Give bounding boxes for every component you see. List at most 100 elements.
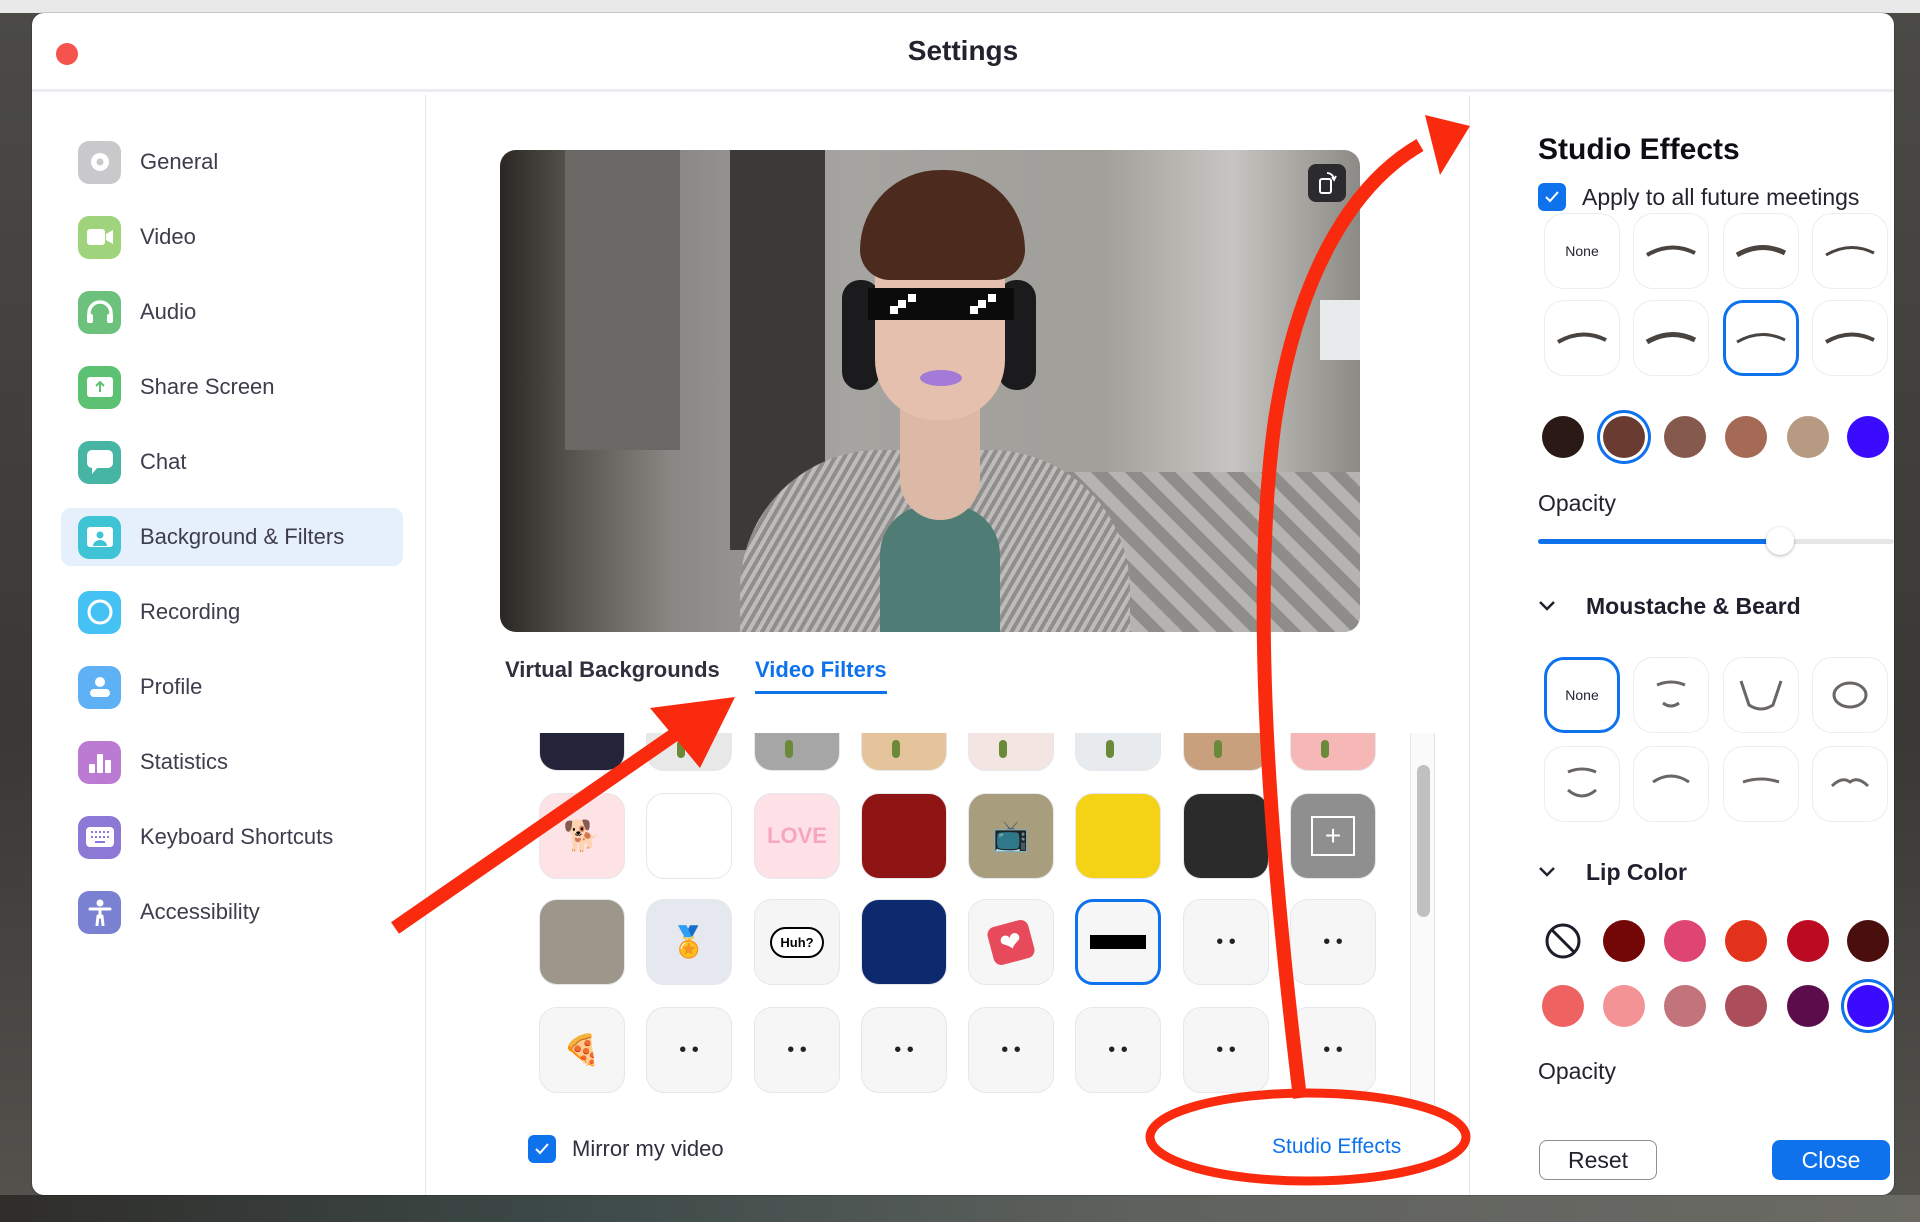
filter-option[interactable]: ❤ (968, 899, 1054, 985)
eyebrow-option[interactable] (1633, 300, 1709, 376)
moustache-option[interactable] (1812, 746, 1888, 822)
eyebrow-color-swatch[interactable] (1725, 416, 1767, 458)
moustache-option[interactable] (1633, 657, 1709, 733)
filter-option[interactable]: 📺 (968, 793, 1054, 879)
lip-color-swatch[interactable] (1725, 920, 1767, 962)
eyebrow-option[interactable] (1544, 300, 1620, 376)
lip-opacity-label: Opacity (1538, 1058, 1616, 1084)
lip-color-swatch[interactable] (1542, 985, 1584, 1027)
filter-grid-scrollbar[interactable] (1410, 733, 1435, 1105)
slider-thumb[interactable] (1766, 527, 1795, 555)
sidebar-item-audio[interactable]: Audio (61, 283, 403, 341)
lip-color-swatch[interactable] (1664, 920, 1706, 962)
filter-thumbnail-label: • • (1001, 1038, 1021, 1061)
filter-option[interactable] (1290, 733, 1376, 771)
filter-option[interactable]: • • (1075, 1007, 1161, 1093)
lip-color-swatch[interactable] (1787, 920, 1829, 962)
plant-icon (1321, 740, 1329, 758)
eyebrow-option[interactable] (1633, 213, 1709, 289)
moustache-option[interactable]: None (1544, 657, 1620, 733)
filter-option[interactable] (1075, 733, 1161, 771)
filter-option[interactable]: • • (1183, 1007, 1269, 1093)
filter-option[interactable] (861, 733, 947, 771)
filter-option[interactable]: • • (1290, 1007, 1376, 1093)
eyebrow-opacity-slider[interactable] (1538, 527, 1894, 555)
lip-color-swatch[interactable] (1847, 920, 1889, 962)
filter-option[interactable] (539, 733, 625, 771)
sidebar-item-general[interactable]: General (61, 133, 403, 191)
eyebrow-color-swatch[interactable] (1847, 416, 1889, 458)
eyebrow-color-swatch[interactable] (1664, 416, 1706, 458)
apply-all-meetings-option[interactable]: Apply to all future meetings (1538, 183, 1859, 211)
moustache-option[interactable] (1723, 746, 1799, 822)
lip-color-swatch[interactable] (1787, 985, 1829, 1027)
lip-color-swatch[interactable] (1847, 985, 1889, 1027)
filter-option[interactable] (861, 793, 947, 879)
tab-virtual-backgrounds[interactable]: Virtual Backgrounds (505, 657, 720, 691)
eyebrow-color-swatch[interactable] (1603, 416, 1645, 458)
filter-option[interactable]: • • (968, 1007, 1054, 1093)
filter-option[interactable] (1075, 899, 1161, 985)
eyebrow-option[interactable]: None (1544, 213, 1620, 289)
filter-option[interactable]: • • (1183, 899, 1269, 985)
filter-option[interactable]: Huh? (754, 899, 840, 985)
sidebar-item-chat[interactable]: Chat (61, 433, 403, 491)
filter-option[interactable] (1075, 793, 1161, 879)
apply-all-checkbox[interactable] (1538, 183, 1566, 211)
scrollbar-thumb[interactable] (1417, 765, 1430, 917)
mirror-video-option[interactable]: Mirror my video (528, 1135, 724, 1163)
moustache-option[interactable] (1633, 746, 1709, 822)
lip-color-swatch[interactable] (1603, 985, 1645, 1027)
filter-option[interactable]: + (1290, 793, 1376, 879)
filter-thumbnail-label: + (1310, 816, 1356, 856)
filter-option[interactable]: • • (861, 1007, 947, 1093)
filter-option[interactable]: • • (646, 1007, 732, 1093)
headphones-icon (78, 290, 121, 334)
filter-option[interactable] (1183, 733, 1269, 771)
sidebar-item-background-filters[interactable]: Background & Filters (61, 508, 403, 566)
sidebar-item-label: General (140, 149, 219, 174)
tab-video-filters[interactable]: Video Filters (755, 657, 887, 694)
sidebar-item-profile[interactable]: Profile (61, 658, 403, 716)
eyebrow-option[interactable] (1723, 300, 1799, 376)
sidebar-item-video[interactable]: Video (61, 208, 403, 266)
mirror-video-checkbox[interactable] (528, 1135, 556, 1163)
filter-option[interactable]: 🍕 (539, 1007, 625, 1093)
filter-option[interactable] (754, 733, 840, 771)
lip-color-swatch[interactable] (1725, 985, 1767, 1027)
filter-option[interactable] (861, 899, 947, 985)
sidebar-item-keyboard-shortcuts[interactable]: Keyboard Shortcuts (61, 808, 403, 866)
filter-option[interactable]: 🏅 (646, 899, 732, 985)
moustache-option[interactable] (1723, 657, 1799, 733)
filter-option[interactable] (646, 793, 732, 879)
eyebrow-color-swatch[interactable] (1787, 416, 1829, 458)
filter-option[interactable] (968, 733, 1054, 771)
eyebrow-option[interactable] (1812, 300, 1888, 376)
eyebrow-option[interactable] (1723, 213, 1799, 289)
lip-color-section-header[interactable]: Lip Color (1538, 859, 1687, 886)
bar-chart-icon (78, 740, 121, 784)
filter-option[interactable]: LOVE (754, 793, 840, 879)
sidebar-item-share-screen[interactable]: Share Screen (61, 358, 403, 416)
reset-button[interactable]: Reset (1539, 1140, 1657, 1180)
eyebrow-color-swatch[interactable] (1542, 416, 1584, 458)
lip-color-swatch[interactable] (1603, 920, 1645, 962)
close-button[interactable]: Close (1772, 1140, 1890, 1180)
filter-option[interactable] (539, 899, 625, 985)
filter-option[interactable] (1183, 793, 1269, 879)
moustache-beard-section-header[interactable]: Moustache & Beard (1538, 593, 1801, 620)
lip-color-swatch[interactable] (1664, 985, 1706, 1027)
eyebrow-option[interactable] (1812, 213, 1888, 289)
sidebar-item-accessibility[interactable]: Accessibility (61, 883, 403, 941)
sidebar-item-recording[interactable]: Recording (61, 583, 403, 641)
studio-effects-link[interactable]: Studio Effects (1272, 1135, 1401, 1159)
moustache-option[interactable] (1544, 746, 1620, 822)
filter-option[interactable]: 🐕 (539, 793, 625, 879)
moustache-option[interactable] (1812, 657, 1888, 733)
rotate-camera-icon[interactable] (1308, 164, 1346, 202)
filter-option[interactable]: • • (1290, 899, 1376, 985)
no-color-icon[interactable] (1542, 920, 1584, 962)
filter-option[interactable] (646, 733, 732, 771)
sidebar-item-statistics[interactable]: Statistics (61, 733, 403, 791)
filter-option[interactable]: • • (754, 1007, 840, 1093)
